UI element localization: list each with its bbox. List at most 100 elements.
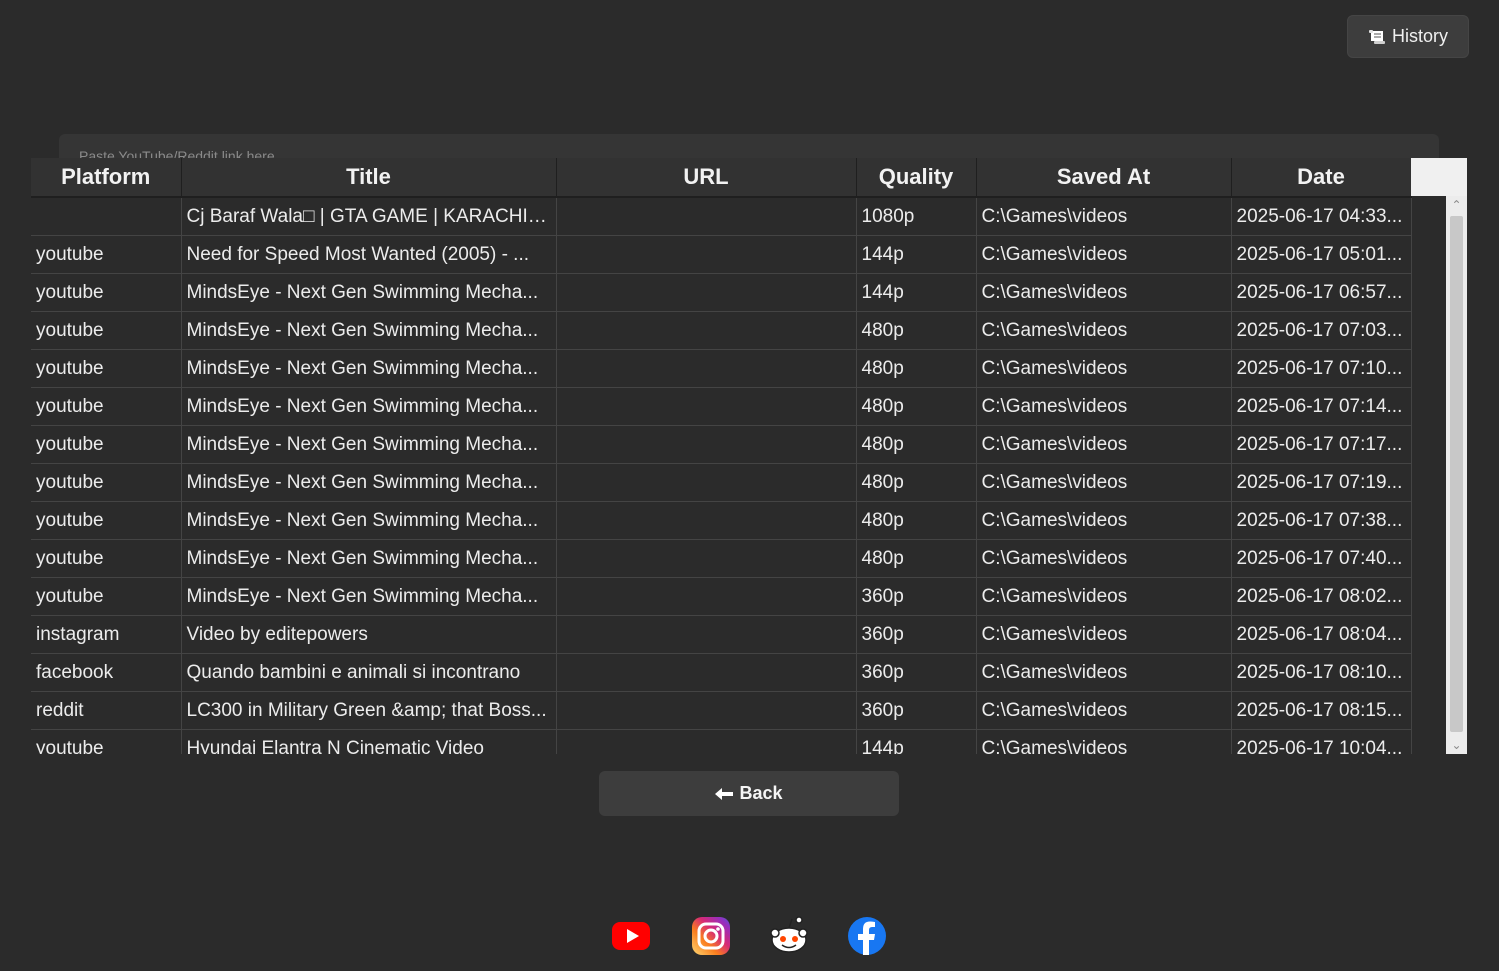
cell-platform[interactable]: youtube <box>31 539 182 578</box>
cell-quality[interactable]: 480p <box>856 387 977 426</box>
table-row[interactable]: Cj Baraf Wala□ | GTA GAME | KARACHI V...… <box>31 197 1412 236</box>
table-row[interactable]: youtube MindsEye - Next Gen Swimming Mech… <box>31 539 1412 578</box>
cell-date[interactable]: 2025-06-17 07:40... <box>1231 539 1412 578</box>
cell-saved-at[interactable]: C:\Games\videos <box>976 311 1232 350</box>
cell-title[interactable]: MindsEye - Next Gen Swimming Mecha... <box>181 349 557 388</box>
cell-date[interactable]: 2025-06-17 06:57... <box>1231 273 1412 312</box>
cell-title[interactable]: LC300 in Military Green &amp; that Boss.… <box>181 691 557 730</box>
cell-platform[interactable]: youtube <box>31 311 182 350</box>
cell-title[interactable]: MindsEye - Next Gen Swimming Mecha... <box>181 311 557 350</box>
cell-quality[interactable]: 144p <box>856 235 977 274</box>
table-row[interactable]: youtube MindsEye - Next Gen Swimming Mech… <box>31 349 1412 388</box>
table-row[interactable]: instagram Video by editepowers 360p C:\Game… <box>31 615 1412 654</box>
cell-saved-at[interactable]: C:\Games\videos <box>976 615 1232 654</box>
cell-url[interactable] <box>556 235 857 274</box>
cell-url[interactable] <box>556 501 857 540</box>
cell-quality[interactable]: 480p <box>856 463 977 502</box>
table-row[interactable]: youtube MindsEye - Next Gen Swimming Mech… <box>31 577 1412 616</box>
cell-title[interactable]: Video by editepowers <box>181 615 557 654</box>
cell-date[interactable]: 2025-06-17 08:02... <box>1231 577 1412 616</box>
cell-url[interactable] <box>556 691 857 730</box>
cell-title[interactable]: Quando bambini e animali si incontrano <box>181 653 557 692</box>
instagram-icon[interactable] <box>690 915 732 957</box>
cell-quality[interactable]: 360p <box>856 577 977 616</box>
cell-saved-at[interactable]: C:\Games\videos <box>976 349 1232 388</box>
cell-quality[interactable]: 480p <box>856 425 977 464</box>
cell-date[interactable]: 2025-06-17 07:10... <box>1231 349 1412 388</box>
cell-quality[interactable]: 144p <box>856 729 977 754</box>
table-row[interactable]: youtube Hyundai Elantra N Cinematic Video… <box>31 729 1412 754</box>
cell-title[interactable]: MindsEye - Next Gen Swimming Mecha... <box>181 577 557 616</box>
cell-saved-at[interactable]: C:\Games\videos <box>976 691 1232 730</box>
history-button[interactable]: History <box>1347 15 1469 58</box>
scrollbar-thumb[interactable] <box>1450 216 1463 732</box>
cell-quality[interactable]: 480p <box>856 349 977 388</box>
cell-date[interactable]: 2025-06-17 04:33... <box>1231 197 1412 236</box>
cell-url[interactable] <box>556 729 857 754</box>
cell-title[interactable]: Hyundai Elantra N Cinematic Video <box>181 729 557 754</box>
cell-quality[interactable]: 360p <box>856 691 977 730</box>
column-header-platform[interactable]: Platform <box>31 158 182 198</box>
cell-date[interactable]: 2025-06-17 08:10... <box>1231 653 1412 692</box>
table-row[interactable]: youtube MindsEye - Next Gen Swimming Mech… <box>31 463 1412 502</box>
cell-saved-at[interactable]: C:\Games\videos <box>976 501 1232 540</box>
cell-title[interactable]: MindsEye - Next Gen Swimming Mecha... <box>181 387 557 426</box>
table-row[interactable]: youtube MindsEye - Next Gen Swimming Mech… <box>31 501 1412 540</box>
cell-platform[interactable] <box>31 197 182 236</box>
vertical-scrollbar[interactable]: ⌃ ⌄ <box>1446 196 1467 754</box>
cell-title[interactable]: MindsEye - Next Gen Swimming Mecha... <box>181 273 557 312</box>
facebook-icon[interactable] <box>846 915 888 957</box>
scroll-down-icon[interactable]: ⌄ <box>1449 738 1464 752</box>
cell-title[interactable]: MindsEye - Next Gen Swimming Mecha... <box>181 463 557 502</box>
column-header-saved-at[interactable]: Saved At <box>976 158 1232 198</box>
cell-saved-at[interactable]: C:\Games\videos <box>976 577 1232 616</box>
cell-platform[interactable]: youtube <box>31 501 182 540</box>
cell-quality[interactable]: 480p <box>856 539 977 578</box>
cell-platform[interactable]: youtube <box>31 577 182 616</box>
cell-url[interactable] <box>556 539 857 578</box>
cell-quality[interactable]: 480p <box>856 311 977 350</box>
cell-platform[interactable]: youtube <box>31 235 182 274</box>
cell-title[interactable]: MindsEye - Next Gen Swimming Mecha... <box>181 539 557 578</box>
cell-platform[interactable]: youtube <box>31 425 182 464</box>
cell-title[interactable]: MindsEye - Next Gen Swimming Mecha... <box>181 425 557 464</box>
cell-title[interactable]: Need for Speed Most Wanted (2005) - ... <box>181 235 557 274</box>
cell-date[interactable]: 2025-06-17 05:01... <box>1231 235 1412 274</box>
cell-url[interactable] <box>556 653 857 692</box>
cell-date[interactable]: 2025-06-17 10:04... <box>1231 729 1412 754</box>
table-row[interactable]: youtube MindsEye - Next Gen Swimming Mech… <box>31 387 1412 426</box>
cell-url[interactable] <box>556 577 857 616</box>
cell-platform[interactable]: instagram <box>31 615 182 654</box>
youtube-icon[interactable] <box>610 915 652 957</box>
back-button[interactable]: Back <box>599 771 899 816</box>
cell-url[interactable] <box>556 273 857 312</box>
cell-url[interactable] <box>556 463 857 502</box>
cell-saved-at[interactable]: C:\Games\videos <box>976 729 1232 754</box>
cell-quality[interactable]: 360p <box>856 615 977 654</box>
cell-saved-at[interactable]: C:\Games\videos <box>976 463 1232 502</box>
cell-platform[interactable]: youtube <box>31 349 182 388</box>
cell-platform[interactable]: reddit <box>31 691 182 730</box>
cell-platform[interactable]: youtube <box>31 273 182 312</box>
cell-saved-at[interactable]: C:\Games\videos <box>976 425 1232 464</box>
cell-saved-at[interactable]: C:\Games\videos <box>976 235 1232 274</box>
column-header-title[interactable]: Title <box>181 158 557 198</box>
table-row[interactable]: youtube MindsEye - Next Gen Swimming Mech… <box>31 425 1412 464</box>
cell-quality[interactable]: 1080p <box>856 197 977 236</box>
table-row[interactable]: reddit LC300 in Military Green &amp; that… <box>31 691 1412 730</box>
cell-title[interactable]: MindsEye - Next Gen Swimming Mecha... <box>181 501 557 540</box>
cell-platform[interactable]: youtube <box>31 463 182 502</box>
reddit-icon[interactable] <box>768 915 810 957</box>
cell-url[interactable] <box>556 197 857 236</box>
cell-url[interactable] <box>556 349 857 388</box>
cell-date[interactable]: 2025-06-17 08:04... <box>1231 615 1412 654</box>
cell-platform[interactable]: facebook <box>31 653 182 692</box>
cell-url[interactable] <box>556 311 857 350</box>
cell-saved-at[interactable]: C:\Games\videos <box>976 197 1232 236</box>
scroll-up-icon[interactable]: ⌃ <box>1449 198 1464 212</box>
cell-saved-at[interactable]: C:\Games\videos <box>976 653 1232 692</box>
cell-quality[interactable]: 360p <box>856 653 977 692</box>
table-row[interactable]: youtube MindsEye - Next Gen Swimming Mech… <box>31 273 1412 312</box>
cell-date[interactable]: 2025-06-17 07:19... <box>1231 463 1412 502</box>
column-header-quality[interactable]: Quality <box>856 158 977 198</box>
